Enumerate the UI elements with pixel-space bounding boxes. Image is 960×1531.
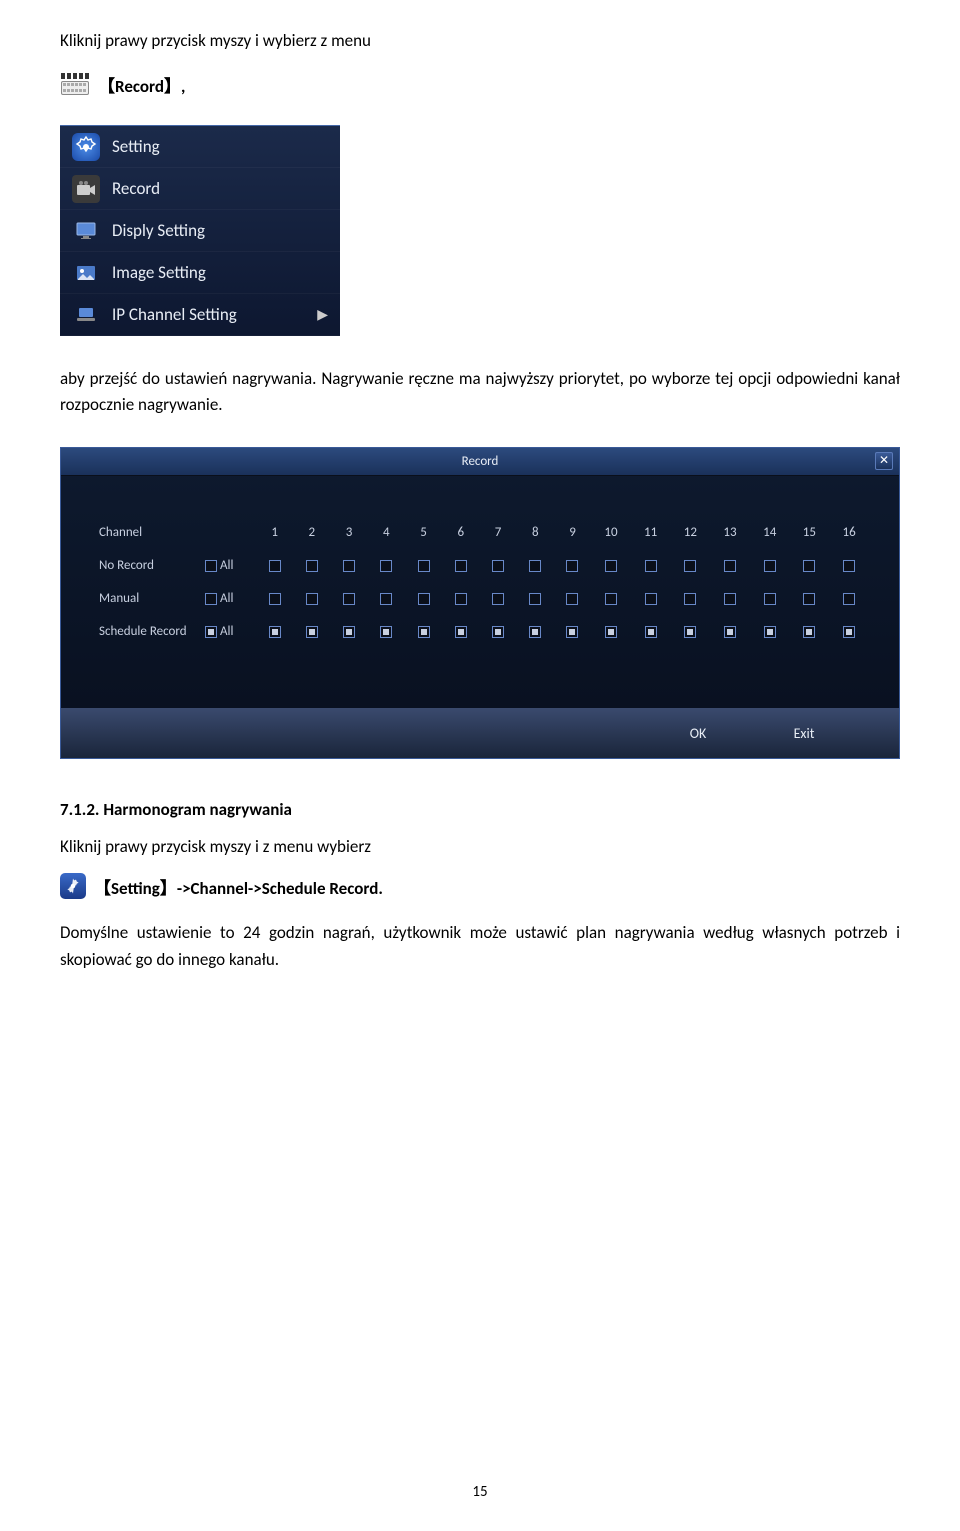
checkbox[interactable] (724, 560, 736, 572)
checkbox[interactable] (418, 560, 430, 572)
record-menu-line: 【Record】, (60, 71, 900, 97)
checkbox[interactable] (803, 560, 815, 572)
checkbox[interactable] (764, 626, 776, 638)
checkbox[interactable] (803, 626, 815, 638)
menu-item-label: Image Setting (112, 262, 206, 283)
checkbox[interactable] (418, 626, 430, 638)
page-number: 15 (472, 1483, 487, 1501)
dialog-title: Record (462, 454, 499, 469)
menu-item-label: IP Channel Setting (112, 304, 237, 325)
checkbox[interactable] (343, 593, 355, 605)
dialog-body: Channel 1 2 3 4 5 6 7 8 9 10 11 12 13 14… (61, 476, 899, 708)
checkbox[interactable] (343, 560, 355, 572)
checkbox[interactable] (843, 560, 855, 572)
checkbox[interactable] (684, 560, 696, 572)
checkbox-all[interactable] (205, 626, 217, 638)
menu-item-label: Setting (112, 136, 160, 157)
menu-item-label: Disply Setting (112, 220, 205, 241)
checkbox[interactable] (645, 560, 657, 572)
menu-item-setting[interactable]: Setting (60, 126, 340, 168)
no-record-row: No Record All (91, 549, 869, 582)
checkbox[interactable] (645, 626, 657, 638)
checkbox[interactable] (566, 626, 578, 638)
gear-icon (72, 133, 100, 161)
record-label: 【Record】, (98, 72, 185, 97)
checkbox[interactable] (492, 626, 504, 638)
channel-header-row: Channel 1 2 3 4 5 6 7 8 9 10 11 12 13 14… (91, 516, 869, 549)
dialog-title-bar: Record ✕ (61, 448, 899, 476)
checkbox[interactable] (605, 593, 617, 605)
record-channel-table: Channel 1 2 3 4 5 6 7 8 9 10 11 12 13 14… (91, 516, 869, 648)
gear-icon (60, 873, 86, 899)
ok-button[interactable]: OK (663, 725, 733, 742)
checkbox[interactable] (843, 593, 855, 605)
checkbox[interactable] (492, 593, 504, 605)
section-p2: Domyślne ustawienie to 24 godzin nagrań,… (60, 919, 900, 973)
record-dialog: Record ✕ Channel 1 2 3 4 5 6 7 8 9 10 11… (60, 447, 900, 759)
checkbox[interactable] (380, 626, 392, 638)
checkbox[interactable] (269, 626, 281, 638)
checkbox[interactable] (306, 593, 318, 605)
checkbox[interactable] (566, 593, 578, 605)
checkbox[interactable] (645, 593, 657, 605)
section-p1: Kliknij prawy przycisk myszy i z menu wy… (60, 836, 900, 857)
checkbox[interactable] (566, 560, 578, 572)
close-icon[interactable]: ✕ (875, 452, 893, 470)
context-menu: Setting Record Disply Setting Image Sett… (60, 125, 340, 336)
checkbox[interactable] (269, 593, 281, 605)
checkbox[interactable] (306, 626, 318, 638)
checkbox[interactable] (455, 593, 467, 605)
setting-path-label: 【Setting】->Channel->Schedule Record. (94, 874, 383, 899)
checkbox[interactable] (455, 560, 467, 572)
checkbox[interactable] (724, 593, 736, 605)
menu-item-ip-channel-setting[interactable]: IP Channel Setting ▶ (60, 294, 340, 336)
checkbox[interactable] (343, 626, 355, 638)
chevron-right-icon: ▶ (317, 306, 328, 323)
menu-item-image-setting[interactable]: Image Setting (60, 252, 340, 294)
checkbox[interactable] (418, 593, 430, 605)
image-icon (72, 259, 100, 287)
channel-label: Channel (91, 516, 201, 549)
checkbox[interactable] (764, 593, 776, 605)
checkbox[interactable] (684, 626, 696, 638)
checkbox[interactable] (455, 626, 467, 638)
monitor-icon (72, 217, 100, 245)
schedule-record-row: Schedule Record All (91, 615, 869, 648)
record-keyboard-icon (60, 71, 90, 97)
intro-text: Kliknij prawy przycisk myszy i wybierz z… (60, 30, 900, 51)
setting-path-line: 【Setting】->Channel->Schedule Record. (60, 873, 900, 899)
checkbox[interactable] (306, 560, 318, 572)
menu-item-record[interactable]: Record (60, 168, 340, 210)
menu-item-label: Record (112, 178, 160, 199)
checkbox[interactable] (843, 626, 855, 638)
dialog-footer: OK Exit (61, 708, 899, 758)
section-heading: 7.1.2. Harmonogram nagrywania (60, 799, 900, 820)
checkbox[interactable] (605, 560, 617, 572)
checkbox[interactable] (605, 626, 617, 638)
checkbox[interactable] (724, 626, 736, 638)
checkbox-all[interactable] (205, 593, 217, 605)
menu-item-display-setting[interactable]: Disply Setting (60, 210, 340, 252)
checkbox-all[interactable] (205, 560, 217, 572)
checkbox[interactable] (764, 560, 776, 572)
exit-button[interactable]: Exit (769, 725, 839, 742)
paragraph-after-menu: aby przejść do ustawień nagrywania. Nagr… (60, 366, 900, 417)
checkbox[interactable] (684, 593, 696, 605)
checkbox[interactable] (492, 560, 504, 572)
manual-row: Manual All (91, 582, 869, 615)
checkbox[interactable] (803, 593, 815, 605)
laptop-icon (72, 301, 100, 329)
camera-icon (72, 175, 100, 203)
checkbox[interactable] (380, 560, 392, 572)
checkbox[interactable] (529, 626, 541, 638)
checkbox[interactable] (380, 593, 392, 605)
checkbox[interactable] (529, 593, 541, 605)
checkbox[interactable] (529, 560, 541, 572)
checkbox[interactable] (269, 560, 281, 572)
